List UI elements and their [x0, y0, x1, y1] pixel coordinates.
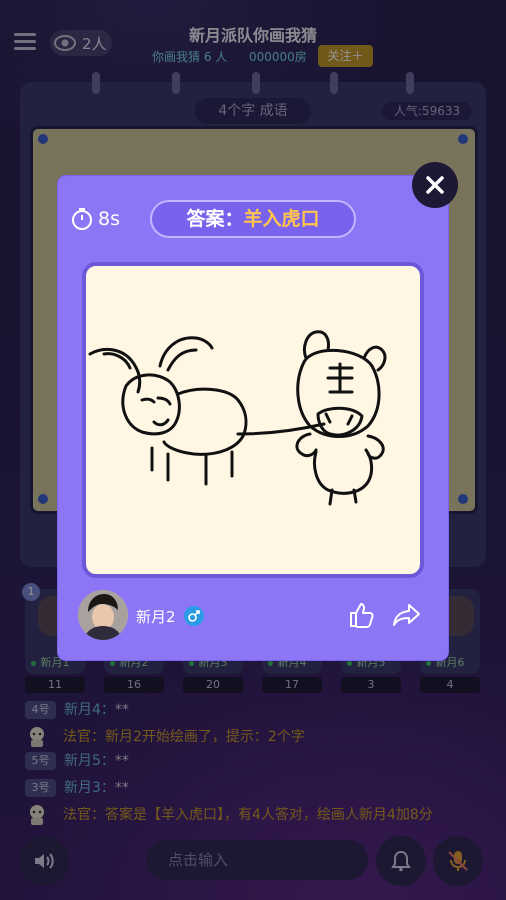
avatar — [78, 590, 128, 640]
thumbs-up-icon[interactable] — [348, 601, 376, 629]
male-icon — [184, 606, 204, 626]
timer-value: 8s — [98, 208, 120, 230]
share-icon[interactable] — [392, 601, 422, 629]
close-button[interactable] — [412, 162, 458, 208]
answer-pill: 答案：羊入虎口 — [150, 200, 356, 238]
answer-drawing — [82, 262, 424, 578]
answer-text: 羊入虎口 — [243, 208, 320, 230]
answer-label: 答案： — [186, 208, 244, 230]
stopwatch-icon — [72, 208, 92, 230]
drawer-avatar[interactable] — [78, 590, 128, 640]
countdown-timer: 8s — [70, 208, 130, 230]
close-icon — [426, 176, 444, 194]
answer-modal: 8s 答案：羊入虎口 新月2 — [58, 176, 448, 660]
drawer-name: 新月2 — [136, 608, 176, 626]
sheep-and-tiger-drawing — [88, 330, 387, 506]
